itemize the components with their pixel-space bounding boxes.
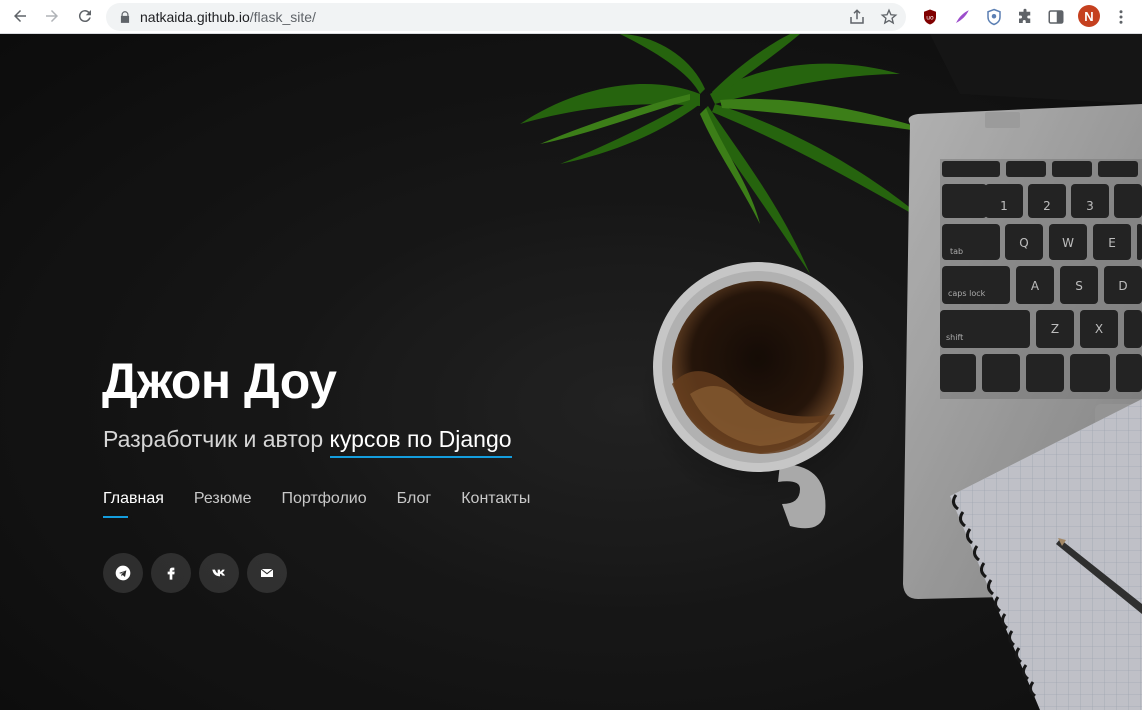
nav-item-blog[interactable]: Блог	[397, 490, 432, 518]
forward-icon	[46, 10, 58, 22]
hero-section: 123 QWE ASD ZX tab caps lock shift Джон …	[0, 34, 1142, 710]
hero-subtitle-static: Разработчик и автор	[103, 426, 330, 452]
profile-initial: N	[1084, 8, 1094, 24]
facebook-link[interactable]	[151, 553, 191, 593]
extensions-button[interactable]	[1015, 7, 1035, 27]
back-button[interactable]	[8, 4, 32, 28]
hero-subtitle: Разработчик и автор курсов по Django	[103, 426, 512, 458]
bookmark-star-icon[interactable]	[880, 8, 898, 26]
quill-extension[interactable]	[952, 7, 972, 27]
email-link[interactable]	[247, 553, 287, 593]
url-text: natkaida.github.io/flask_site/	[140, 9, 316, 25]
hero-subtitle-typed: курсов по Django	[329, 426, 512, 458]
share-icon[interactable]	[848, 8, 866, 26]
vk-icon	[212, 569, 225, 577]
hero-title: Джон Доу	[102, 353, 337, 409]
extensions-puzzle-icon	[1019, 8, 1031, 23]
menu-dots-icon	[1119, 10, 1123, 24]
lock-icon	[120, 11, 130, 23]
url-host: natkaida.github.io	[140, 9, 250, 25]
telegram-link[interactable]	[103, 553, 143, 593]
side-panel-icon	[1048, 10, 1064, 24]
browser-menu-button[interactable]	[1111, 7, 1131, 27]
side-panel-button[interactable]	[1046, 7, 1066, 27]
svg-text:uo: uo	[926, 14, 934, 21]
profile-avatar[interactable]: N	[1078, 5, 1100, 27]
shield-extension[interactable]	[984, 7, 1004, 27]
ublock-icon: uo	[924, 9, 936, 25]
vk-link[interactable]	[199, 553, 239, 593]
quill-extension-icon	[956, 10, 969, 23]
telegram-icon	[115, 565, 131, 581]
nav-item-contacts[interactable]: Контакты	[461, 490, 530, 518]
facebook-icon	[167, 567, 175, 580]
hero-nav: Главная Резюме Портфолио Блог Контакты	[103, 490, 530, 518]
shield-extension-icon	[987, 8, 1001, 26]
nav-item-portfolio[interactable]: Портфолио	[281, 490, 366, 518]
forward-button[interactable]	[40, 4, 64, 28]
browser-toolbar: natkaida.github.io/flask_site/ uo N	[0, 0, 1142, 34]
nav-item-resume[interactable]: Резюме	[194, 490, 252, 518]
email-icon	[260, 568, 274, 577]
ublock-extension[interactable]: uo	[920, 7, 940, 27]
reload-icon	[78, 10, 91, 23]
address-bar[interactable]: natkaida.github.io/flask_site/	[106, 3, 906, 31]
reload-button[interactable]	[73, 4, 97, 28]
url-path: /flask_site/	[249, 9, 316, 25]
back-icon	[14, 10, 26, 22]
nav-item-home[interactable]: Главная	[103, 490, 164, 518]
social-links	[103, 553, 287, 593]
